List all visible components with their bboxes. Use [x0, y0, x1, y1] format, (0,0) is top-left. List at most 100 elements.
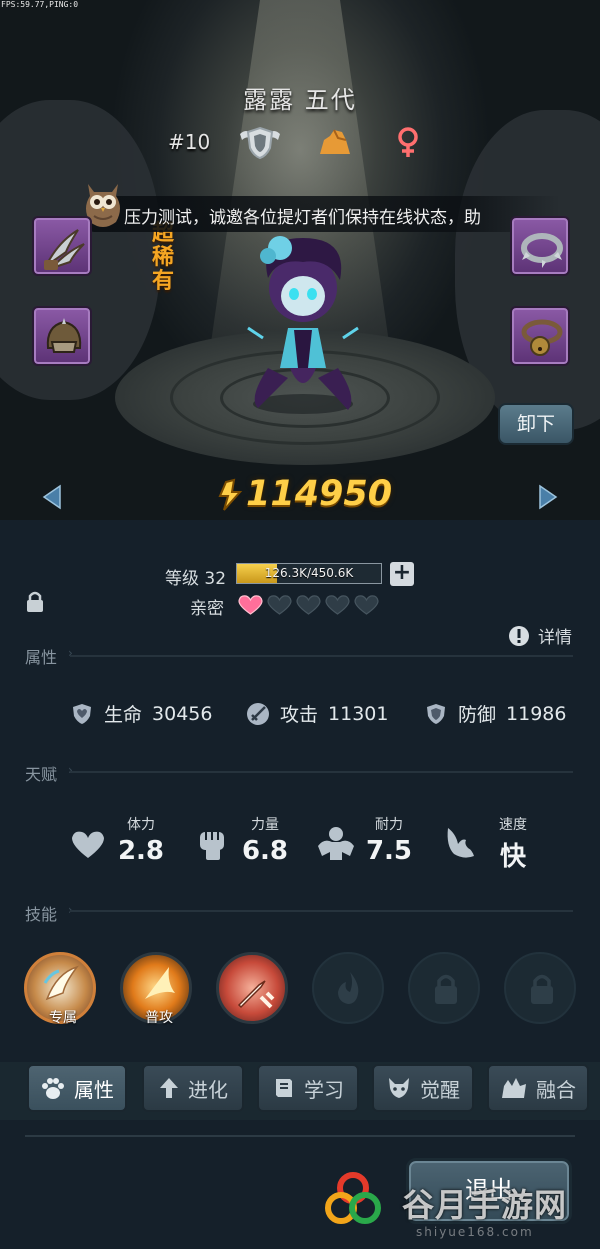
hero-character[interactable]	[228, 218, 378, 418]
arrow-up-icon	[160, 1078, 178, 1098]
class-shield-icon[interactable]	[238, 124, 282, 160]
talent-speed-value: 快	[499, 842, 526, 872]
stat-hp-value: 30456	[152, 702, 213, 725]
bell-collar-icon	[521, 319, 563, 356]
talent-stamina-label: 体力	[127, 817, 155, 833]
spiked-collar-icon	[521, 233, 563, 268]
lock-icon[interactable]	[25, 590, 45, 614]
talent-speed: 速度 快	[458, 814, 568, 873]
heart-shield-icon	[73, 703, 91, 724]
tab-fuse[interactable]: 融合	[487, 1064, 589, 1112]
talent-endurance-label: 耐力	[375, 817, 403, 833]
next-hero-arrow-icon[interactable]	[538, 484, 558, 510]
level-up-button[interactable]: +	[390, 562, 414, 586]
equip-slot-helmet[interactable]	[32, 306, 92, 366]
talent-endurance-value: 7.5	[365, 836, 413, 866]
notice-text: 压力测试，诚邀各位提灯者们保持在线状态，助	[124, 208, 481, 228]
element-earth-icon[interactable]	[318, 128, 352, 156]
intimacy-label: 亲密	[190, 599, 224, 619]
claw-slash-icon	[43, 965, 79, 1001]
detail-label: 详情	[538, 628, 572, 648]
talent-strength-label: 力量	[251, 817, 279, 833]
power-icon	[218, 478, 243, 511]
talent-stamina: 体力 2.8	[86, 814, 196, 866]
flame-icon	[338, 972, 359, 1004]
fps-readout: FPS:59.77,PING:0	[1, 0, 79, 9]
watermark-logo-icon	[325, 1172, 381, 1224]
intimacy-hearts	[238, 595, 379, 615]
section-attributes: 属性	[25, 648, 58, 667]
skill-slot-locked[interactable]	[408, 952, 480, 1024]
talent-stamina-value: 2.8	[117, 836, 165, 866]
paw-icon	[42, 1078, 64, 1099]
talent-strength-value: 6.8	[241, 836, 289, 866]
exp-text: 126.3K/450.6K	[264, 566, 354, 580]
tab-awaken-label: 觉醒	[420, 1077, 460, 1102]
stat-hp-label: 生命	[104, 704, 143, 726]
broken-sword-icon	[237, 980, 275, 1009]
skill-exclusive[interactable]: 专属	[24, 952, 96, 1026]
claw-icon	[44, 229, 85, 271]
section-chevron: ›	[68, 763, 73, 777]
stat-hp: 生命 30456	[70, 700, 212, 727]
shield-icon	[427, 703, 445, 724]
skill-tag-normal: 普攻	[145, 1010, 173, 1026]
heart-empty-icon	[296, 595, 321, 615]
female-gender-icon	[398, 127, 418, 157]
tab-learn-label: 学习	[304, 1077, 344, 1102]
book-icon	[276, 1079, 292, 1097]
heart-empty-icon	[325, 595, 350, 615]
combat-power: 114950	[246, 474, 393, 514]
stat-defense-value: 11986	[506, 702, 567, 725]
skill-sword[interactable]	[216, 952, 288, 1024]
beast-icon	[502, 1078, 526, 1098]
wolf-icon	[389, 1078, 409, 1098]
talent-speed-label: 速度	[499, 817, 527, 833]
heart-filled-icon	[238, 595, 263, 615]
section-divider	[70, 655, 573, 657]
level-label: 等级 32	[165, 569, 227, 589]
hero-scene: FPS:59.77,PING:0 露露 五代 #10 超稀有 压力测试，诚邀各位…	[0, 0, 600, 520]
talent-endurance: 耐力 7.5	[334, 814, 444, 866]
stat-defense: 防御 11986	[424, 700, 566, 727]
exp-bar: 126.3K/450.6K	[236, 563, 382, 584]
equip-slot-bell-collar[interactable]	[510, 306, 570, 366]
stat-attack: 攻击 11301	[246, 700, 388, 727]
equip-slot-collar[interactable]	[510, 216, 570, 276]
talent-strength: 力量 6.8	[210, 814, 320, 866]
tab-awaken[interactable]: 觉醒	[372, 1064, 474, 1112]
unequip-button[interactable]: 卸下	[498, 403, 574, 445]
tab-evolve-label: 进化	[188, 1077, 228, 1102]
heart-empty-icon	[267, 595, 292, 615]
sword-icon	[247, 702, 269, 725]
tab-attributes[interactable]: 属性	[27, 1064, 127, 1112]
tab-evolve[interactable]: 进化	[142, 1064, 244, 1112]
lock-icon	[435, 974, 457, 1004]
hero-rank: #10	[168, 130, 211, 154]
skill-normal-attack[interactable]: 普攻	[120, 952, 192, 1026]
section-divider	[70, 910, 573, 912]
detail-button[interactable]: 详情	[508, 623, 572, 648]
fire-slash-icon	[145, 967, 175, 999]
section-chevron: ›	[68, 646, 73, 660]
watermark-text: 谷月手游网	[402, 1186, 568, 1224]
tab-fuse-label: 融合	[536, 1077, 576, 1102]
hero-name: 露露 五代	[243, 86, 357, 114]
section-divider	[70, 771, 573, 773]
lock-icon	[531, 974, 553, 1004]
watermark-url: shiyue168.com	[416, 1225, 534, 1239]
skill-slot-empty[interactable]	[312, 952, 384, 1024]
section-skills: 技能	[25, 905, 58, 924]
bottom-divider	[25, 1135, 575, 1137]
heart-empty-icon	[354, 595, 379, 615]
rarity-label: 超稀有	[152, 221, 175, 294]
stat-attack-value: 11301	[328, 702, 389, 725]
skill-tag-exclusive: 专属	[49, 1010, 77, 1026]
stat-defense-label: 防御	[458, 704, 497, 726]
skill-slot-locked[interactable]	[504, 952, 576, 1024]
tab-attributes-label: 属性	[74, 1077, 114, 1102]
prev-hero-arrow-icon[interactable]	[42, 484, 62, 510]
tab-learn[interactable]: 学习	[257, 1064, 359, 1112]
equip-slot-claw[interactable]	[32, 216, 92, 276]
info-icon	[509, 625, 529, 646]
